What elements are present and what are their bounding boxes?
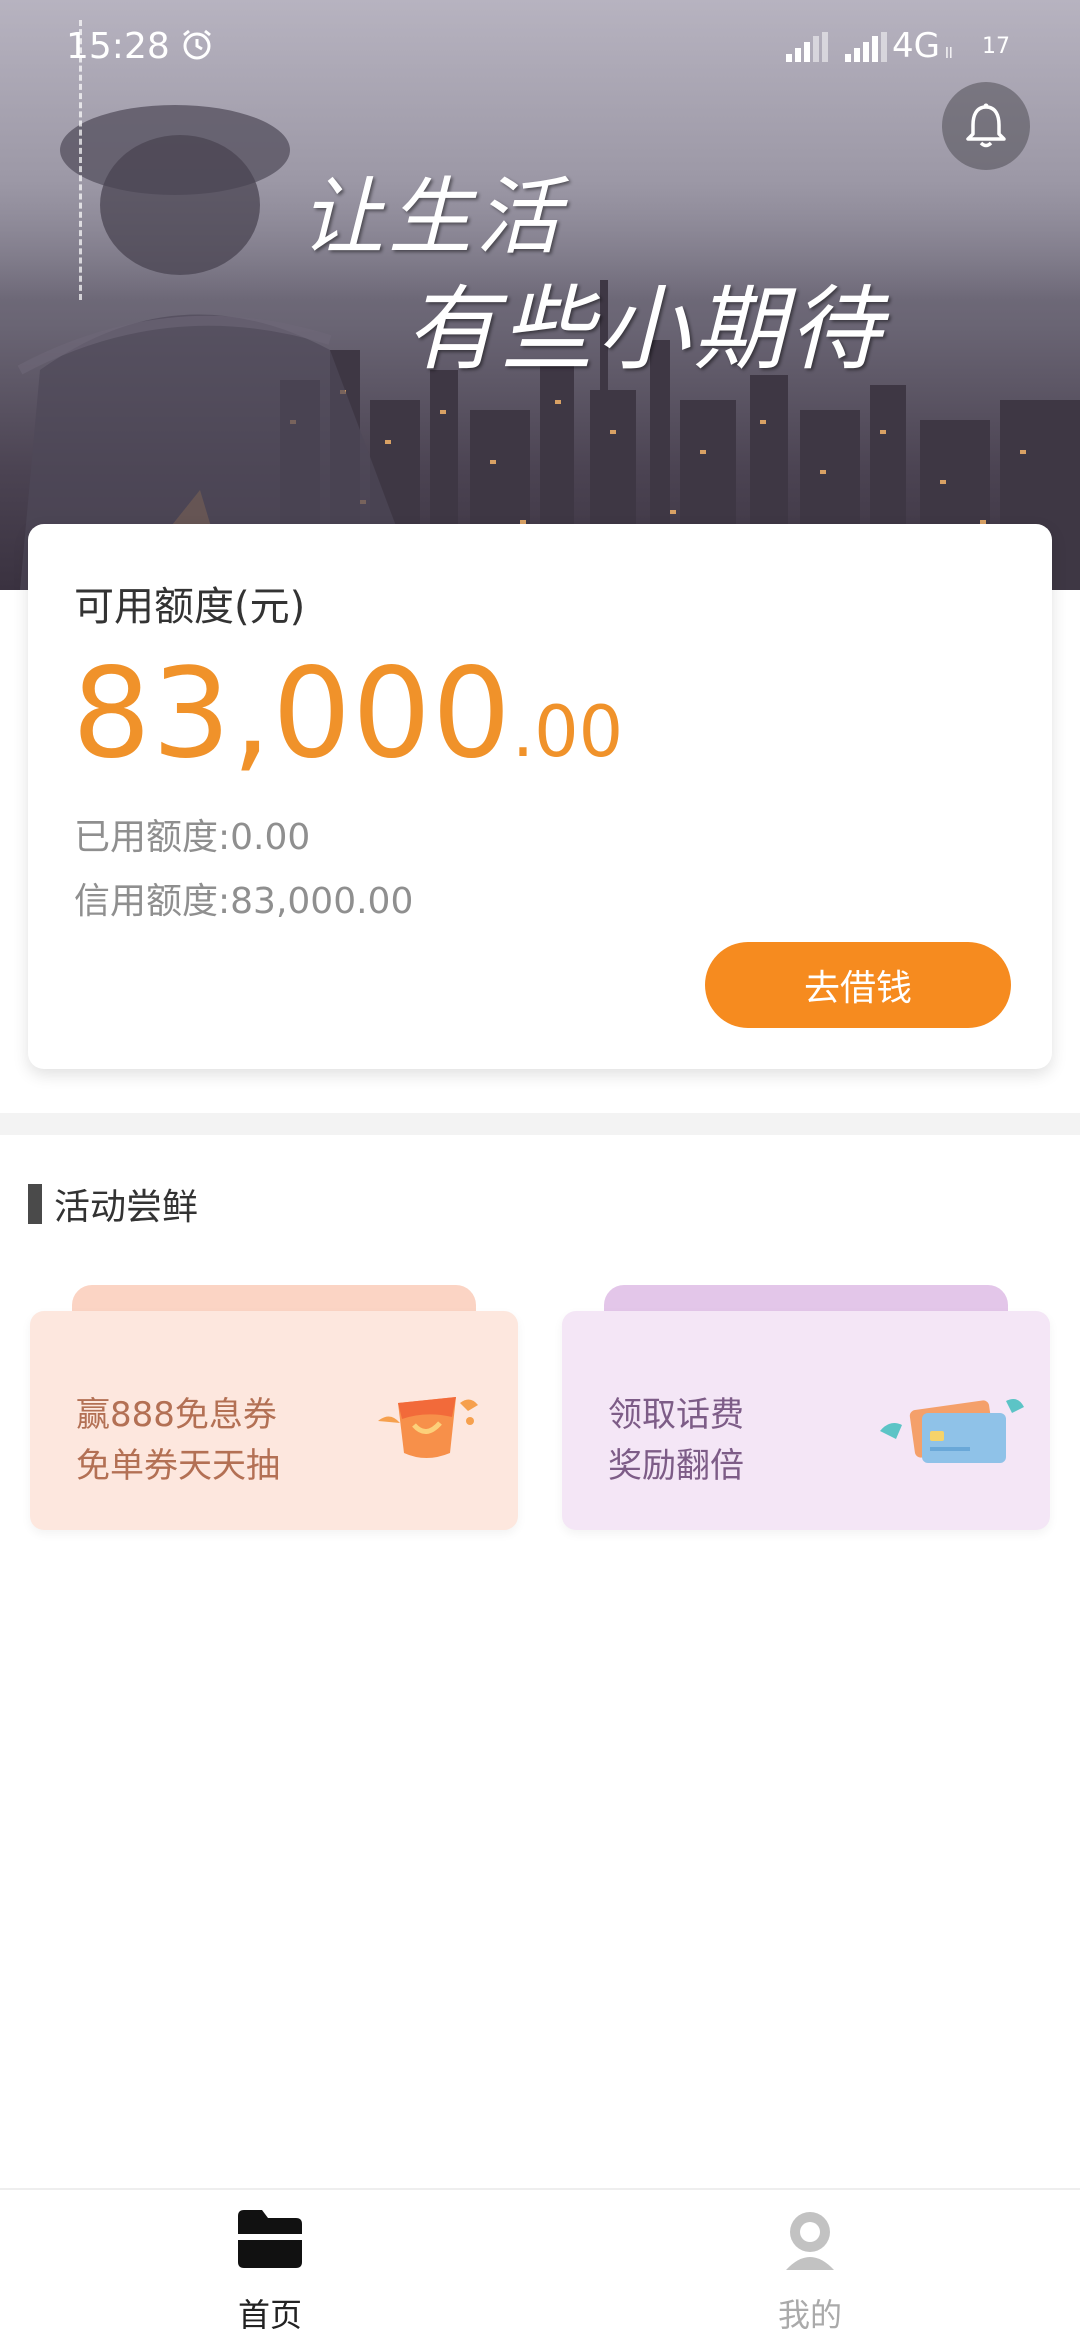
promo-card-subtitle: 免单券天天抽: [76, 1446, 280, 1486]
promo-card-title: 赢888免息券: [76, 1395, 277, 1435]
home-screen: 让生活 有些小期待 15:28 4G ll 17 可用额度(元) 83,000.…: [0, 0, 1080, 2340]
signal-icon-2: [845, 32, 887, 62]
promo-card-subtitle: 奖励翻倍: [608, 1446, 744, 1486]
available-credit-decimal: .00: [511, 691, 624, 773]
bottom-nav: 首页 我的: [0, 2188, 1080, 2340]
home-folder-icon: [238, 2210, 302, 2268]
activity-section-header: 活动尝鲜: [28, 1182, 198, 1228]
nav-home-label: 首页: [237, 2296, 302, 2334]
borrow-button[interactable]: 去借钱: [705, 942, 1011, 1028]
credit-card-panel: 可用额度(元) 83,000.00 已用额度:0.00 信用额度:83,000.…: [28, 524, 1052, 1069]
promo-card-phone-bill[interactable]: 领取话费 奖励翻倍: [562, 1285, 1050, 1530]
nav-mine-label: 我的: [777, 2296, 842, 2334]
status-bar: 15:28 4G ll 17: [0, 0, 1080, 100]
nav-mine[interactable]: 我的: [660, 2190, 960, 2340]
available-credit-integer: 83,000: [72, 642, 512, 786]
alarm-icon: [183, 29, 211, 60]
section-marker: [28, 1184, 42, 1224]
banner-slogan-line2: 有些小期待: [405, 276, 886, 383]
credit-limit: 信用额度:83,000.00: [74, 881, 414, 922]
nav-home[interactable]: 首页: [120, 2190, 420, 2340]
network-type: 4G: [892, 26, 940, 66]
promo-card-title: 领取话费: [608, 1395, 744, 1435]
signal-icon: [786, 32, 828, 62]
available-credit-amount: 83,000.00: [72, 642, 623, 786]
promo-card-body: 领取话费 奖励翻倍: [562, 1311, 1050, 1530]
activity-section-title: 活动尝鲜: [54, 1187, 199, 1228]
bell-icon: [966, 103, 1006, 148]
network-activity: ll: [945, 46, 953, 62]
section-divider: [0, 1113, 1080, 1135]
status-time: 15:28: [66, 26, 170, 67]
battery-level: 17: [982, 34, 1010, 59]
available-credit-label: 可用额度(元): [74, 584, 306, 630]
cards-icon: [880, 1399, 1024, 1463]
promo-card-body: 赢888免息券 免单券天天抽: [30, 1311, 518, 1530]
banner-slogan-line1: 让生活: [300, 168, 565, 266]
notification-bell-button[interactable]: [942, 82, 1030, 170]
profile-icon: [786, 2212, 834, 2270]
promo-card-coupon[interactable]: 赢888免息券 免单券天天抽: [30, 1285, 518, 1530]
lucky-bag-icon: [378, 1397, 478, 1458]
used-credit: 已用额度:0.00: [74, 817, 311, 858]
